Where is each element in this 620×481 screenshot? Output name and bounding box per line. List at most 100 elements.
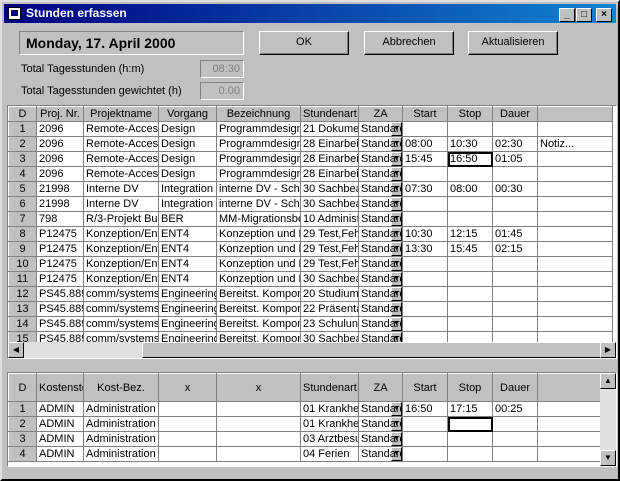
row-header[interactable]: 1 <box>8 121 37 137</box>
row-header[interactable]: 4 <box>8 446 37 462</box>
table-cell[interactable] <box>447 431 493 447</box>
table-cell[interactable]: Konzeption und Planung <box>216 271 301 287</box>
table-cell[interactable]: ▼ Standard <box>358 181 403 197</box>
table-cell[interactable]: Design <box>158 166 217 182</box>
table-cell[interactable]: 10 Administration <box>300 211 359 227</box>
column-header[interactable]: Start <box>402 106 448 122</box>
row-header[interactable]: 1 <box>8 401 37 417</box>
table-cell[interactable]: Remote-Access <box>83 151 159 167</box>
table-cell[interactable]: BER <box>158 211 217 227</box>
table-cell[interactable] <box>537 286 613 302</box>
table-cell[interactable] <box>447 121 493 137</box>
table-cell[interactable]: ▼ Standard <box>358 226 403 242</box>
table-cell[interactable]: Remote-Access <box>83 166 159 182</box>
table-cell[interactable]: ▼ Standard <box>358 401 403 417</box>
table-cell[interactable]: 2096 <box>36 151 84 167</box>
table-cell[interactable]: ▼ Standard <box>358 256 403 272</box>
table-cell[interactable]: Interne DV <box>83 196 159 212</box>
table-cell[interactable]: MM-Migrationsberatung <box>216 211 301 227</box>
table-cell[interactable] <box>158 431 217 447</box>
table-cell[interactable]: ▼ Standard <box>358 196 403 212</box>
table-cell[interactable]: 01:45 <box>492 226 538 242</box>
table-cell[interactable] <box>447 301 493 317</box>
table-cell[interactable]: 2096 <box>36 136 84 152</box>
table-row[interactable]: 3 2096 Remote-Access Design Programmdesign 28… <box>8 151 613 167</box>
table-cell[interactable]: ADMIN <box>36 431 84 447</box>
table-cell[interactable]: 16:50 <box>402 401 448 417</box>
table-cell[interactable] <box>492 301 538 317</box>
table-cell[interactable]: 02:30 <box>492 136 538 152</box>
table-cell[interactable]: 01:05 <box>492 151 538 167</box>
table-cell[interactable]: 17:15 <box>447 401 493 417</box>
cost-center-grid[interactable]: DKostenstelleKost-Bez.xxStundenartZAStar… <box>7 372 617 467</box>
table-cell[interactable]: Design <box>158 121 217 137</box>
table-cell[interactable]: 13:30 <box>402 241 448 257</box>
table-cell[interactable]: ▼ Standard <box>358 301 403 317</box>
table-cell[interactable] <box>216 401 301 417</box>
table-cell[interactable]: Programmdesign <box>216 136 301 152</box>
table-row[interactable]: 1ADMINAdministration 01 Krankheit▼Standar… <box>8 401 613 417</box>
table-cell[interactable]: Administration <box>83 416 159 432</box>
column-header[interactable]: Projektname <box>83 106 159 122</box>
table-cell[interactable]: 23 Schulung <box>300 316 359 332</box>
table-cell[interactable] <box>537 316 613 332</box>
table-cell[interactable]: 03 Arztbesuch <box>300 431 359 447</box>
table-cell[interactable]: PS45.889 <box>36 301 84 317</box>
table-cell[interactable] <box>492 271 538 287</box>
table-cell[interactable] <box>492 166 538 182</box>
table-cell[interactable]: 02:15 <box>492 241 538 257</box>
table-row[interactable]: 11P12475Konzeption/EntwicklungENT4Konzep… <box>8 271 613 287</box>
table-cell[interactable] <box>402 286 448 302</box>
table-cell[interactable] <box>492 446 538 462</box>
table-cell[interactable]: 00:25 <box>492 401 538 417</box>
table-cell[interactable]: Interne DV <box>83 181 159 197</box>
table-cell[interactable]: ▼ Standard <box>358 416 403 432</box>
table-cell[interactable]: Konzeption und Planung <box>216 226 301 242</box>
table-row[interactable]: 4 2096 Remote-Access Design Programmdesign 28… <box>8 166 613 182</box>
table-cell[interactable]: comm/systems <box>83 316 159 332</box>
table-cell[interactable] <box>492 211 538 227</box>
table-cell[interactable]: 21998 <box>36 196 84 212</box>
table-cell[interactable]: 15:45 <box>402 151 448 167</box>
scroll-down-icon[interactable]: ▼ <box>600 450 616 466</box>
table-cell[interactable]: ADMIN <box>36 416 84 432</box>
table-cell[interactable]: Engineering <box>158 286 217 302</box>
table-cell[interactable]: 10:30 <box>402 226 448 242</box>
row-header[interactable]: 13 <box>8 301 37 317</box>
table-cell[interactable]: 16:50 <box>447 151 493 167</box>
table-cell[interactable]: 21998 <box>36 181 84 197</box>
column-header[interactable]: D <box>8 373 37 402</box>
table-cell[interactable]: ▼ Standard <box>358 166 403 182</box>
table-cell[interactable]: 28 Einarbeitung <box>300 151 359 167</box>
column-header[interactable]: Kostenstelle <box>36 373 84 402</box>
table-cell[interactable]: Engineering <box>158 301 217 317</box>
column-header[interactable]: x <box>158 373 217 402</box>
table-cell[interactable]: P12475 <box>36 241 84 257</box>
table-cell[interactable]: 30 Sachbearbeitung <box>300 271 359 287</box>
column-header[interactable]: Proj. Nr. <box>36 106 84 122</box>
table-cell[interactable]: 01 Krankheit <box>300 401 359 417</box>
table-cell[interactable] <box>402 256 448 272</box>
table-cell[interactable] <box>402 211 448 227</box>
table-cell[interactable]: comm/systems <box>83 286 159 302</box>
table-cell[interactable]: 08:00 <box>402 136 448 152</box>
table-cell[interactable] <box>537 241 613 257</box>
table-cell[interactable] <box>492 256 538 272</box>
top-horizontal-scrollbar[interactable]: ◀ ▶ <box>8 342 616 358</box>
table-cell[interactable]: P12475 <box>36 271 84 287</box>
table-cell[interactable] <box>537 256 613 272</box>
table-row[interactable]: 7798R/3-Projekt BusinessBERMM-Migrations… <box>8 211 613 227</box>
table-row[interactable]: 10P12475Konzeption/EntwicklungENT4Konzep… <box>8 256 613 272</box>
table-cell[interactable]: interne DV - Schnittstelle <box>216 181 301 197</box>
table-row[interactable]: 8P12475Konzeption/EntwicklungENT4Konzept… <box>8 226 613 242</box>
table-cell[interactable]: ENT4 <box>158 256 217 272</box>
column-header[interactable]: ZA <box>358 106 403 122</box>
row-header[interactable]: 2 <box>8 136 37 152</box>
table-row[interactable]: 1 2096 Remote-Access Design Programmdesign 21… <box>8 121 613 137</box>
table-cell[interactable]: Notiz... <box>537 136 613 152</box>
column-header[interactable]: Start <box>402 373 448 402</box>
table-cell[interactable]: ▼ Standard <box>358 316 403 332</box>
table-cell[interactable] <box>447 416 493 432</box>
table-cell[interactable] <box>447 211 493 227</box>
column-header[interactable]: x <box>216 373 301 402</box>
